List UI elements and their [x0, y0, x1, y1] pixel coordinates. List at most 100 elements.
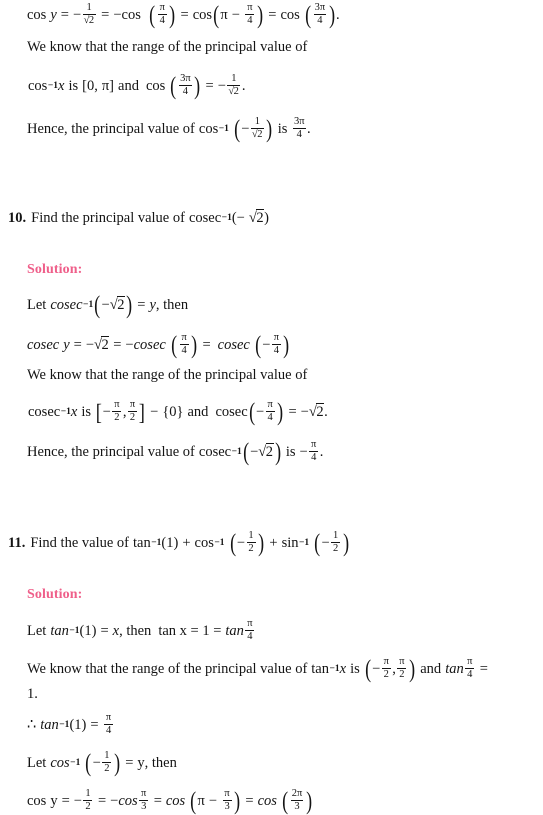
math-line-let-cosec: Let cosec −1 (− √2) = y, then: [27, 292, 189, 320]
fraction-pi-over-4: π 4: [265, 398, 275, 424]
numerator: π: [267, 398, 273, 410]
denominator: 2: [248, 543, 254, 554]
is-word: is: [81, 403, 91, 420]
equals-3: =: [153, 792, 162, 809]
math-line-tan-range: We know that the range of the principal …: [27, 655, 488, 683]
math-line-cosec-range: cosec −1 x is [ − π 2 , π 2 ] − {0} and cosec …: [28, 398, 328, 426]
numerator: 3π: [293, 115, 305, 127]
period: .: [241, 77, 246, 94]
cos-token-3: cos: [192, 6, 213, 23]
minus-4: −: [300, 403, 309, 420]
then-word: , then: [144, 754, 177, 771]
numerator: π: [399, 655, 405, 667]
denominator: 2: [399, 669, 405, 680]
cosec-token: cosec: [50, 297, 83, 313]
denominator: 2: [114, 412, 120, 423]
sin-token: sin: [281, 534, 299, 551]
denominator: √2: [83, 14, 96, 27]
cos-token-2: cos: [118, 792, 138, 809]
minus: −: [236, 210, 245, 226]
fraction-pi-over-4: π 4: [157, 2, 167, 27]
minus-3: −: [255, 403, 265, 420]
cosec-token-2: cosec: [133, 336, 166, 353]
therefore-symbol: ∴: [27, 716, 37, 733]
let-word: Let: [27, 297, 47, 313]
numerator: π: [141, 787, 147, 799]
fraction-2pi-over-3: 2π 3: [290, 788, 304, 813]
math-line-let-cos: Let cos −1 ( − 1 2 ) = y, then: [27, 749, 177, 777]
cos-token: cos: [194, 534, 214, 551]
denominator: 4: [247, 15, 253, 26]
minus-1: −: [250, 443, 259, 460]
numerator: 3π: [180, 72, 191, 84]
numerator: 1: [333, 529, 339, 541]
math-line-cos-y-2: cos y = − 1 2 = − cos π 3 = cos ( π − π 3 ) = co…: [27, 787, 312, 815]
minus-1: −: [102, 403, 111, 420]
cosec-token: cosec: [27, 336, 60, 353]
fraction-1-over-2-b: 1 2: [331, 529, 341, 555]
equals-2: =: [113, 336, 122, 353]
radicand: 2: [256, 209, 265, 226]
denominator: 2: [85, 801, 91, 812]
question-text: Find the value of: [30, 534, 129, 551]
denominator: 2: [383, 669, 389, 680]
then-word: , then: [155, 297, 189, 313]
numerator: π: [311, 438, 317, 450]
cos-token-2: cos: [145, 77, 166, 94]
fraction-pi-over-2-a: π 2: [112, 399, 122, 424]
cosec-token: cosec: [198, 443, 232, 460]
equals-3: =: [202, 336, 211, 353]
denominator: 4: [317, 15, 323, 26]
radicand: 2: [233, 85, 240, 97]
cos-token: cos: [50, 754, 70, 771]
and-word: and: [187, 403, 209, 420]
pi-token: π: [197, 792, 205, 809]
denominator: 4: [267, 412, 273, 423]
equals-2: =: [97, 792, 107, 809]
y-token: y: [50, 792, 58, 809]
sqrt-2: √2: [249, 209, 265, 226]
minus-2: −: [321, 534, 330, 551]
minus: −: [92, 754, 101, 771]
numerator: π: [247, 617, 253, 629]
minus: −: [101, 297, 110, 313]
math-line-cos-range: cos −1 x is[0, π] and cos ( 3π 4 ) = − 1 √2 .: [28, 72, 246, 100]
fraction-pi-over-3-a: π 3: [139, 787, 149, 813]
equals: =: [479, 660, 488, 677]
equals-1: =: [73, 336, 82, 353]
equals-4: =: [245, 792, 254, 809]
minus-2: −: [150, 403, 159, 420]
plus-2: +: [269, 534, 278, 551]
numerator: π: [467, 655, 473, 667]
tan-token: tan: [50, 622, 69, 639]
then-word: , then: [119, 622, 152, 639]
denominator: 2: [129, 412, 136, 423]
question-text: Find the principal value of: [31, 210, 185, 226]
minus: −: [372, 660, 381, 677]
fraction-1-over-2-a: 1 2: [246, 530, 256, 555]
radicand: 2: [117, 296, 125, 313]
cos-token: cos: [28, 77, 48, 94]
fraction-pi-over-4: π 4: [179, 332, 189, 357]
cos-token: cos: [27, 6, 47, 23]
one-period: 1.: [27, 686, 38, 702]
numerator: π: [129, 398, 136, 410]
denominator: 3: [141, 801, 147, 812]
minus-2: −: [113, 6, 122, 23]
numerator: π: [224, 787, 230, 799]
numerator: 1: [254, 115, 261, 127]
minus-1: −: [72, 6, 82, 23]
cosec-token: cosec: [28, 403, 61, 420]
minus-1: −: [73, 792, 82, 809]
x-token: x: [70, 403, 78, 420]
plus-1: +: [182, 534, 191, 551]
fraction-3pi-over-4: 3π 4: [313, 2, 327, 27]
comma: ,: [392, 660, 396, 677]
equals: =: [205, 77, 214, 94]
we-know-text: We know that the range of the principal …: [27, 660, 308, 677]
close-paren: ): [91, 622, 97, 639]
fraction-pi-over-4: π 4: [309, 438, 319, 464]
numerator: π: [105, 711, 112, 723]
is-word: is: [68, 77, 79, 94]
tan-x-equals: tan x = 1 =: [158, 622, 222, 639]
